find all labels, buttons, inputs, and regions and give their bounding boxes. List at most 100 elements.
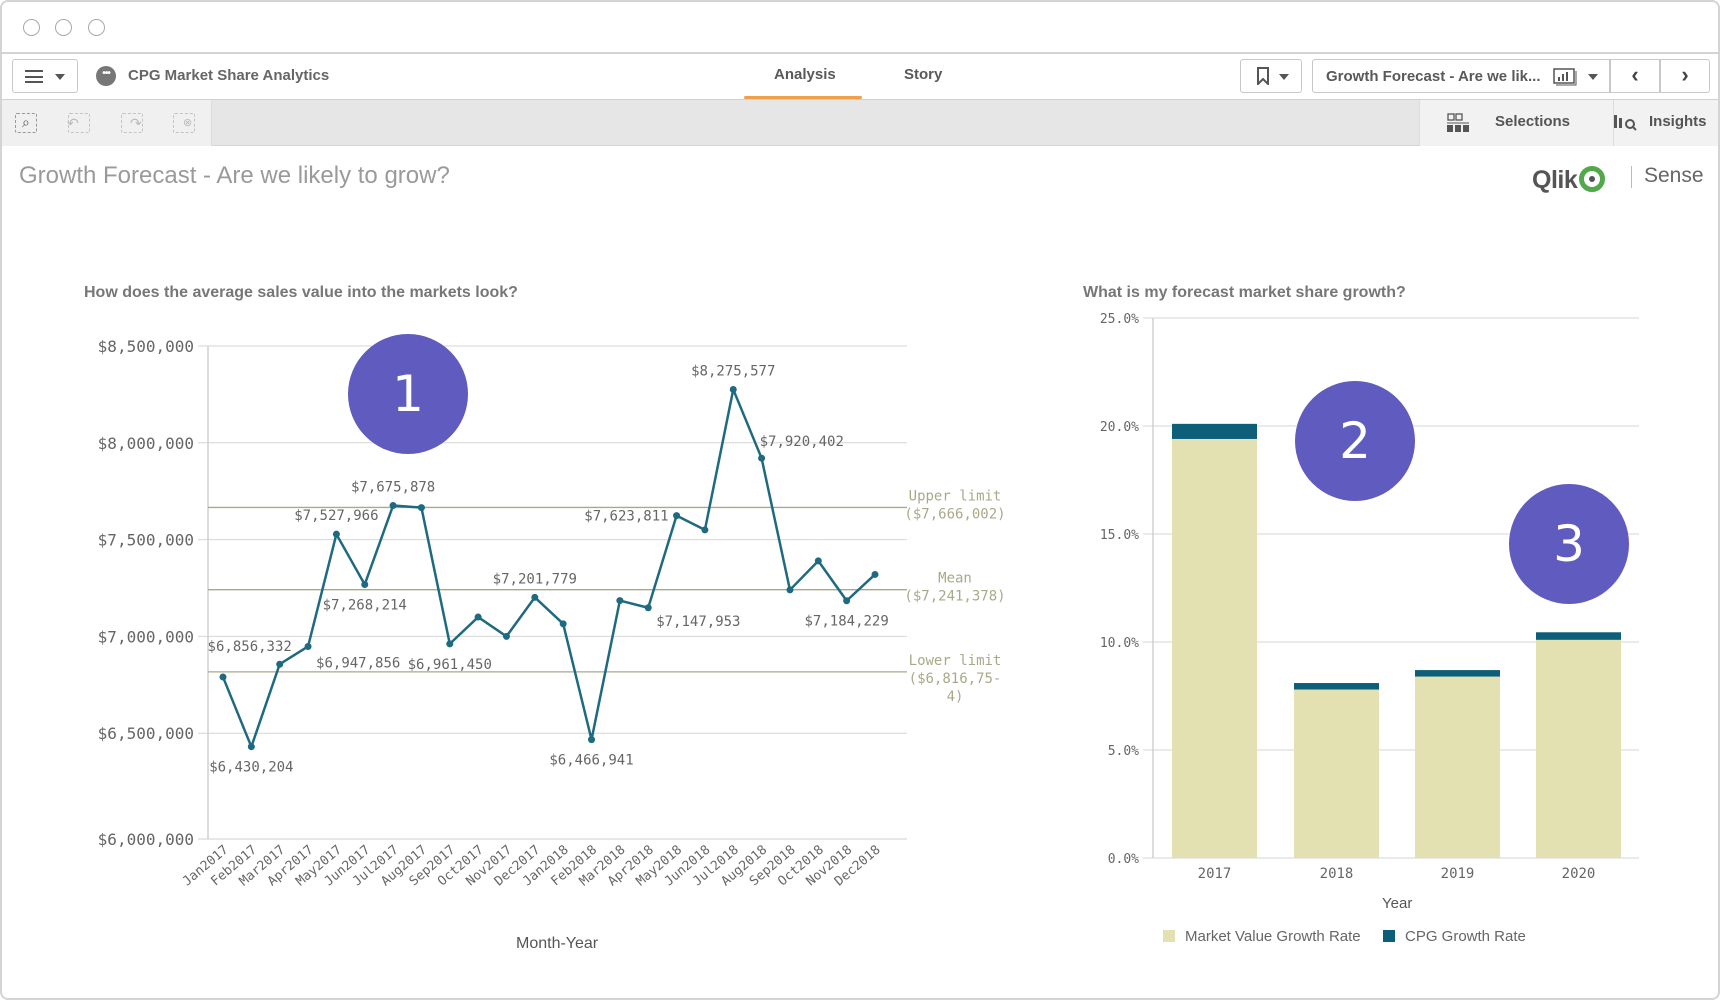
data-label: $8,275,577 — [691, 363, 775, 379]
previous-sheet-button[interactable]: ‹ — [1610, 59, 1660, 93]
data-point — [559, 620, 567, 628]
bookmarks-button[interactable] — [1240, 59, 1302, 93]
bar-cpg-2020 — [1536, 632, 1621, 640]
reference-line-label: Upper limit — [909, 488, 1002, 504]
data-point — [673, 512, 681, 520]
qlik-q-icon — [1579, 166, 1606, 192]
x-tick-label: Jan2017 — [180, 843, 232, 890]
legend-swatch — [1163, 930, 1175, 942]
data-point — [588, 736, 596, 744]
global-menu-button[interactable] — [12, 59, 78, 93]
toolbar-right: Selections Insights — [1419, 100, 1718, 146]
sheet-selector[interactable]: Growth Forecast - Are we lik... — [1312, 59, 1610, 93]
data-point — [474, 613, 482, 621]
reference-line-label: Mean — [938, 571, 972, 587]
data-point — [843, 597, 851, 605]
hamburger-icon — [25, 70, 43, 83]
y-tick-label: $6,500,000 — [98, 724, 194, 743]
x-tick-label: 2017 — [1198, 866, 1232, 882]
line-chart: $8,500,000 $8,000,000 $7,500,000 $7,000,000… — [98, 312, 1639, 890]
data-point — [332, 530, 340, 538]
legend-item-market-value[interactable]: Market Value Growth Rate — [1163, 928, 1361, 945]
x-tick-label: 2020 — [1562, 866, 1596, 882]
data-label: $7,184,229 — [805, 614, 889, 630]
x-tick-label: Oct2018 — [775, 843, 827, 890]
bar-market-value-2020 — [1536, 639, 1621, 858]
data-label: $7,623,811 — [584, 509, 668, 525]
data-label: $6,466,941 — [549, 753, 633, 769]
data-point — [871, 570, 879, 578]
sheet-title: Growth Forecast - Are we likely to grow? — [19, 162, 450, 189]
data-point — [417, 504, 425, 512]
selections-button[interactable]: Selections — [1495, 113, 1570, 130]
y-tick-label: $7,500,000 — [98, 531, 194, 550]
window-minimize-button[interactable] — [55, 19, 72, 36]
bar-market-value-2018 — [1294, 689, 1379, 858]
sales-line — [221, 388, 876, 748]
active-tab-indicator — [744, 96, 862, 99]
chevron-left-icon: ‹ — [1631, 62, 1639, 87]
app-topbar: ••• CPG Market Share Analytics Analysis … — [2, 54, 1718, 100]
x-tick-label: May2017 — [293, 843, 345, 890]
qlik-sense-text: Sense — [1644, 164, 1704, 187]
data-point — [219, 673, 227, 681]
x-tick-label: Nov2017 — [463, 843, 515, 890]
window-maximize-button[interactable] — [88, 19, 105, 36]
step-forward-icon[interactable]: ↷ — [121, 113, 143, 133]
data-label: $7,147,953 — [656, 614, 740, 630]
window-titlebar — [2, 2, 1718, 54]
data-point — [276, 660, 284, 668]
x-tick-label: Jul2018 — [690, 843, 742, 890]
x-tick-label: Jun2017 — [322, 843, 374, 890]
x-tick-label: Jul2017 — [350, 843, 402, 890]
line-chart-x-axis-title: Month-Year — [516, 935, 599, 952]
data-point — [729, 385, 737, 393]
x-tick-label: Oct2017 — [435, 843, 487, 890]
reference-line-label: ($7,241,378) — [904, 589, 1005, 605]
data-label: $6,961,450 — [408, 657, 492, 673]
reference-line-label: ($6,816,75- — [909, 671, 1002, 687]
bar-chart-title: What is my forecast market share growth? — [1083, 284, 1406, 301]
clear-selections-icon[interactable]: ⊗ — [173, 113, 195, 133]
data-label: $6,947,856 — [316, 655, 400, 671]
bar-chart-icon — [1553, 68, 1577, 86]
y-tick-label: 5.0% — [1108, 744, 1139, 759]
qlik-logo-text: Qlik — [1532, 166, 1578, 194]
insights-icon — [1614, 115, 1637, 131]
insights-button[interactable]: Insights — [1649, 113, 1707, 130]
window-close-button[interactable] — [23, 19, 40, 36]
y-tick-label: $8,000,000 — [98, 434, 194, 453]
step-badge-3: 3 — [1509, 484, 1629, 604]
legend-item-cpg[interactable]: CPG Growth Rate — [1383, 928, 1526, 945]
x-tick-label: Nov2018 — [804, 843, 856, 890]
chevron-down-icon — [1279, 74, 1289, 80]
y-tick-label: 15.0% — [1100, 528, 1139, 543]
chevron-down-icon — [1588, 74, 1598, 80]
logo-divider — [1631, 166, 1632, 188]
data-point — [502, 632, 510, 640]
step-badge-1: 1 — [348, 334, 468, 454]
bar-market-value-2017 — [1172, 438, 1257, 858]
lasso-search-icon[interactable]: ⌕ — [15, 113, 37, 133]
data-label: $6,430,204 — [209, 760, 293, 776]
y-tick-label: 0.0% — [1108, 852, 1139, 867]
tab-story[interactable]: Story — [904, 66, 942, 83]
chevron-right-icon: › — [1681, 62, 1689, 87]
app-title: CPG Market Share Analytics — [128, 67, 330, 84]
app-window: ••• CPG Market Share Analytics Analysis … — [0, 0, 1720, 1000]
bar-cpg-2019 — [1415, 670, 1500, 677]
step-back-icon[interactable]: ↶ — [67, 113, 90, 133]
data-point — [304, 642, 312, 650]
qlik-logo: Qlik — [1532, 162, 1606, 195]
y-tick-label: 20.0% — [1100, 420, 1139, 435]
data-point — [758, 454, 766, 462]
tab-analysis[interactable]: Analysis — [774, 66, 836, 83]
x-tick-label: Jun2018 — [662, 843, 714, 890]
selections-toolbar: ⌕ ↶ ↷ ⊗ Selections Insights — [2, 100, 1718, 146]
legend-label: CPG Growth Rate — [1405, 928, 1526, 945]
reference-line-label: ($7,666,002) — [904, 506, 1005, 522]
x-tick-label: Dec2017 — [492, 843, 544, 890]
next-sheet-button[interactable]: › — [1660, 59, 1710, 93]
y-tick-label: $7,000,000 — [98, 627, 194, 646]
x-tick-label: Mar2018 — [577, 843, 629, 890]
